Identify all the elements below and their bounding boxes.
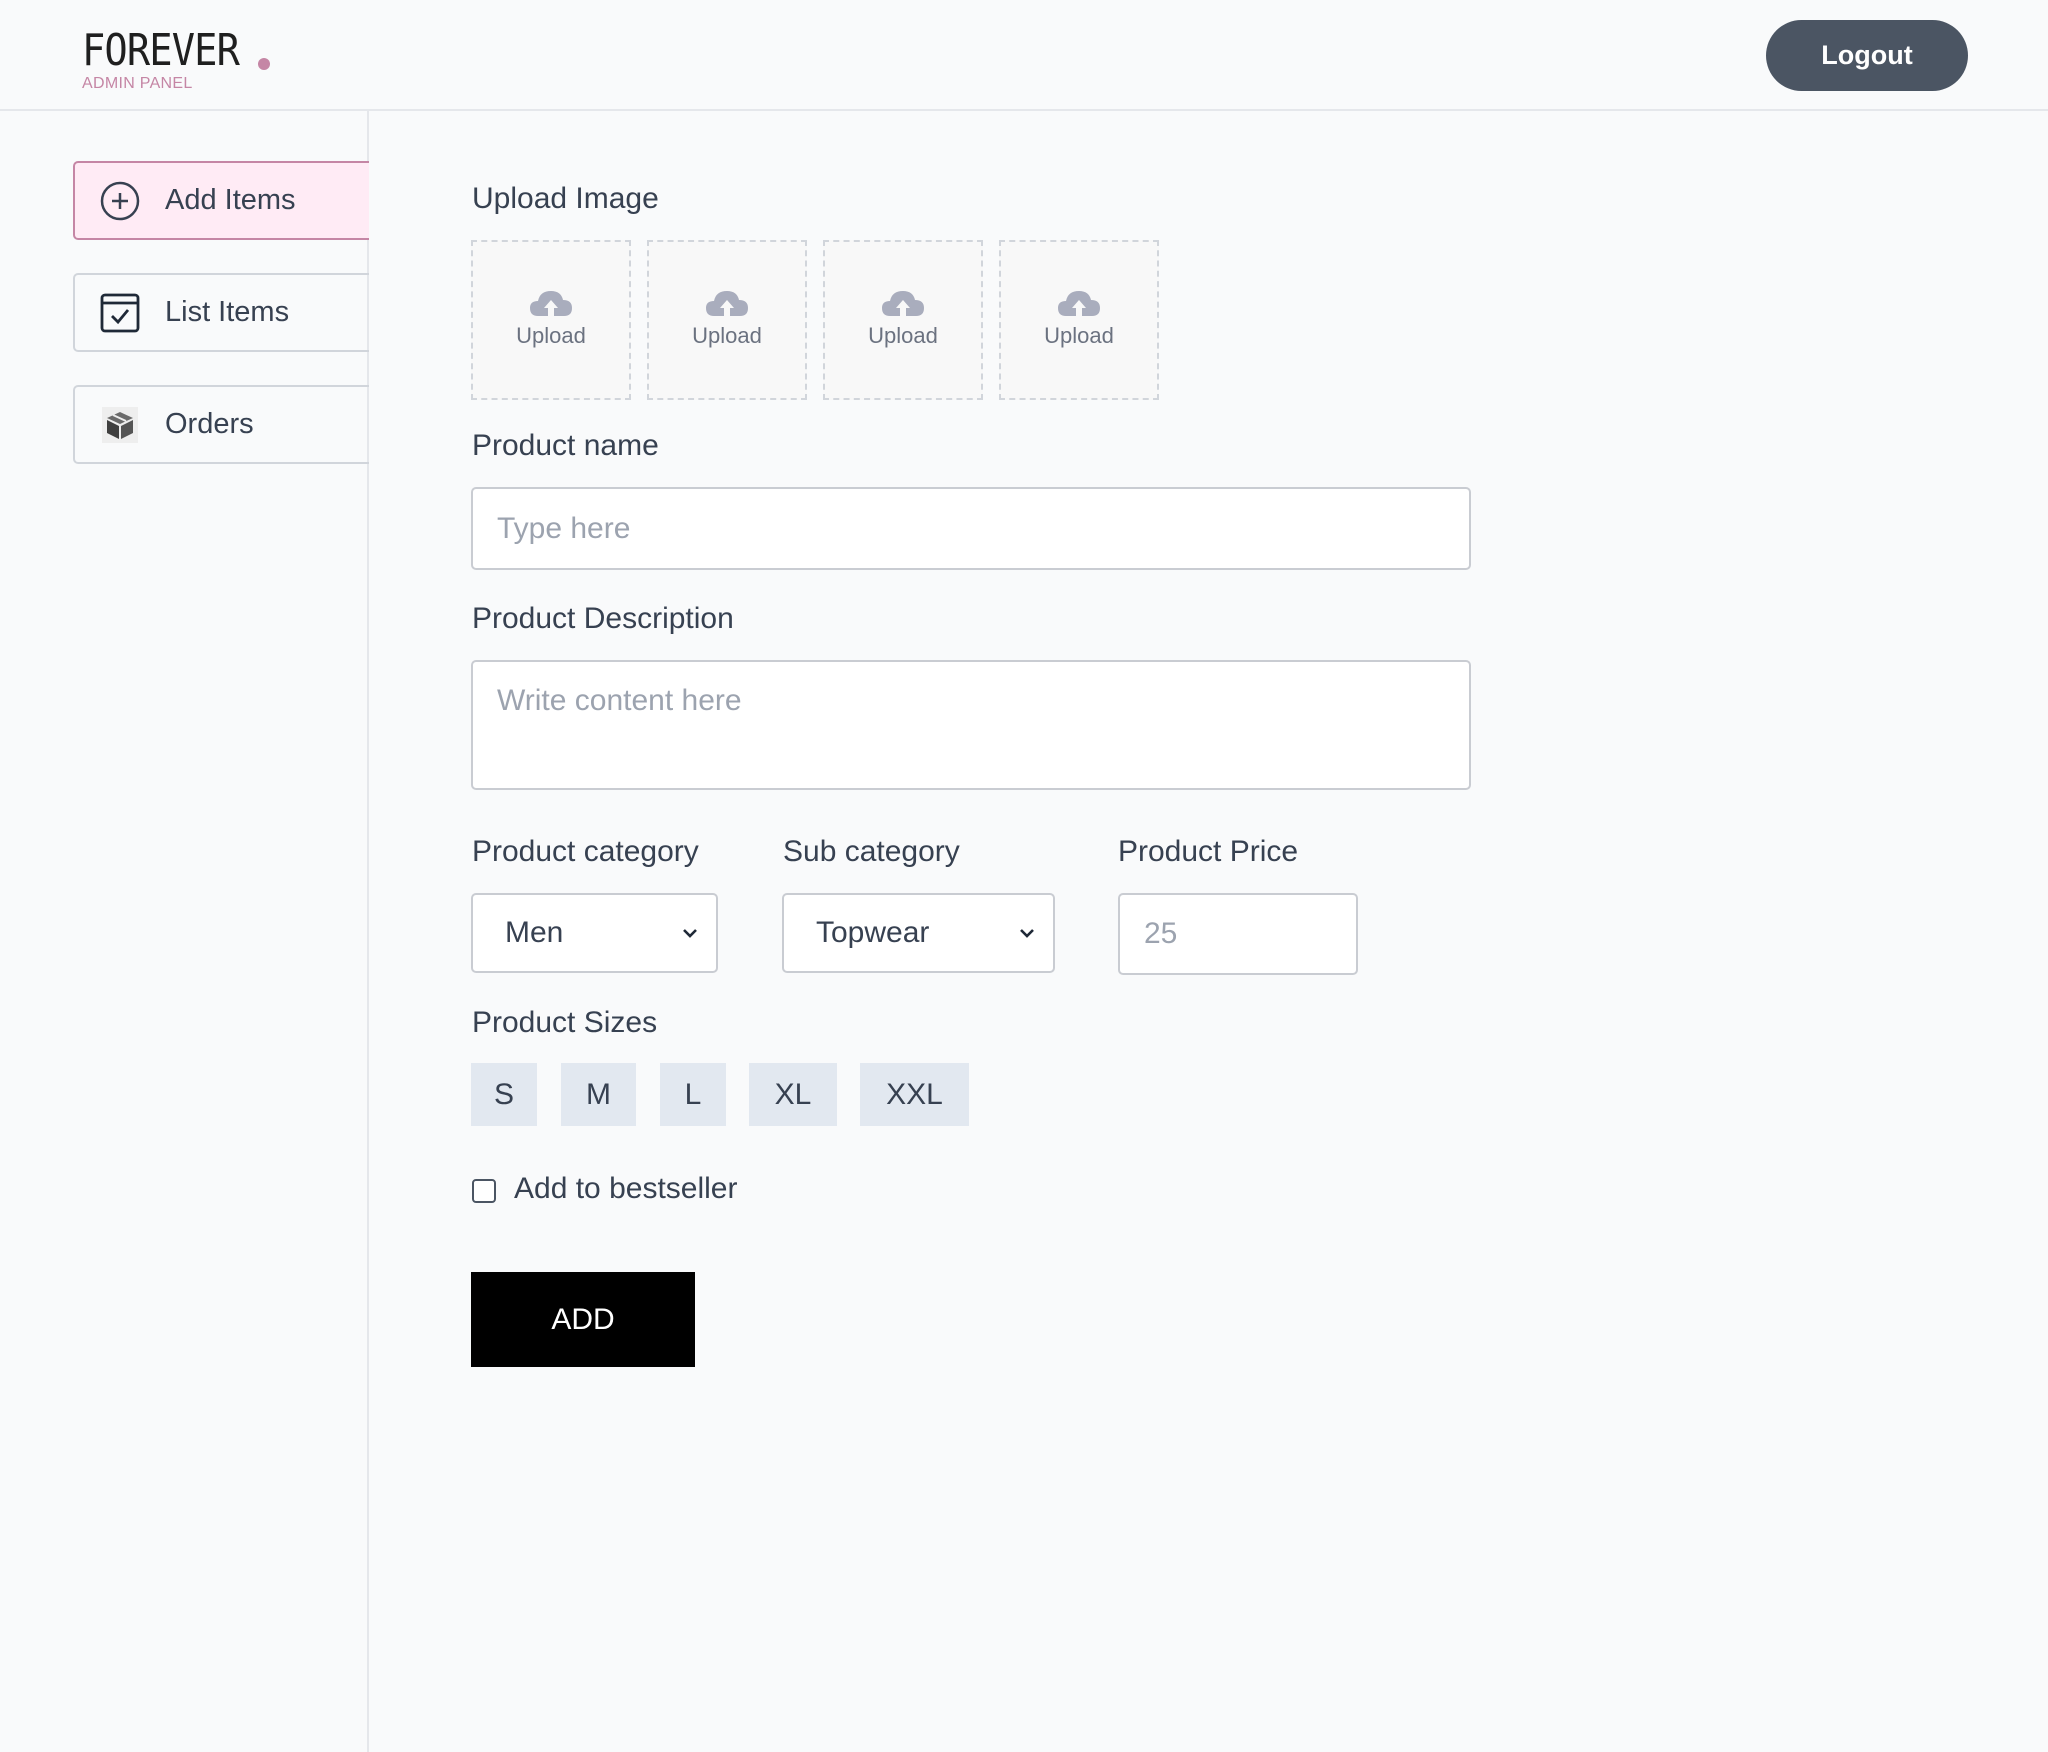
size-option-s[interactable]: S bbox=[471, 1063, 537, 1126]
sidebar-item-orders[interactable]: Orders bbox=[73, 385, 369, 464]
product-name-input[interactable] bbox=[471, 487, 1471, 570]
add-circle-icon bbox=[99, 180, 141, 222]
upload-image-heading: Upload Image bbox=[472, 182, 659, 215]
logout-button[interactable]: Logout bbox=[1766, 20, 1968, 91]
upload-slot-3[interactable]: Upload bbox=[823, 240, 983, 400]
upload-slot-4[interactable]: Upload bbox=[999, 240, 1159, 400]
product-name-label: Product name bbox=[472, 429, 659, 462]
chevron-down-icon bbox=[1020, 929, 1034, 938]
bestseller-checkbox[interactable] bbox=[472, 1179, 496, 1203]
logo-subtitle: ADMIN PANEL bbox=[82, 75, 193, 92]
cloud-upload-icon bbox=[882, 291, 924, 316]
upload-label: Upload bbox=[692, 323, 762, 348]
sidebar-item-label: Add Items bbox=[165, 184, 296, 216]
sidebar-item-list-items[interactable]: List Items bbox=[73, 273, 369, 352]
logo-dot bbox=[258, 58, 270, 70]
product-description-label: Product Description bbox=[472, 602, 734, 635]
sidebar-item-label: Orders bbox=[165, 408, 254, 440]
product-category-label: Product category bbox=[472, 835, 699, 868]
package-icon bbox=[99, 404, 141, 446]
upload-label: Upload bbox=[1044, 323, 1114, 348]
product-price-label: Product Price bbox=[1118, 835, 1299, 868]
cloud-upload-icon bbox=[706, 291, 748, 316]
sub-category-label: Sub category bbox=[783, 835, 960, 868]
cloud-upload-icon bbox=[1058, 291, 1100, 316]
sidebar: Add Items List Items Orders bbox=[0, 111, 369, 1752]
size-option-xxl[interactable]: XXL bbox=[860, 1063, 969, 1126]
logo-text: FOREVER bbox=[82, 25, 240, 76]
size-option-l[interactable]: L bbox=[660, 1063, 726, 1126]
sub-category-select[interactable]: Topwear bbox=[782, 893, 1055, 973]
product-sizes-label: Product Sizes bbox=[472, 1006, 658, 1039]
sidebar-item-add-items[interactable]: Add Items bbox=[73, 161, 369, 240]
sub-category-value: Topwear bbox=[816, 916, 930, 949]
checklist-icon bbox=[99, 292, 141, 334]
top-header: FOREVER ADMIN PANEL Logout bbox=[0, 0, 2048, 111]
product-price-input[interactable] bbox=[1118, 893, 1358, 975]
product-description-input[interactable] bbox=[471, 660, 1471, 790]
upload-label: Upload bbox=[516, 323, 586, 348]
upload-slot-1[interactable]: Upload bbox=[471, 240, 631, 400]
product-category-select[interactable]: Men bbox=[471, 893, 718, 973]
logo: FOREVER ADMIN PANEL bbox=[82, 25, 270, 92]
bestseller-label: Add to bestseller bbox=[514, 1172, 738, 1205]
upload-slot-2[interactable]: Upload bbox=[647, 240, 807, 400]
add-button[interactable]: ADD bbox=[471, 1272, 695, 1367]
upload-label: Upload bbox=[868, 323, 938, 348]
sidebar-item-label: List Items bbox=[165, 296, 290, 328]
size-option-xl[interactable]: XL bbox=[749, 1063, 837, 1126]
chevron-down-icon bbox=[683, 929, 697, 938]
product-category-value: Men bbox=[505, 916, 564, 949]
size-option-m[interactable]: M bbox=[561, 1063, 636, 1126]
cloud-upload-icon bbox=[530, 291, 572, 316]
